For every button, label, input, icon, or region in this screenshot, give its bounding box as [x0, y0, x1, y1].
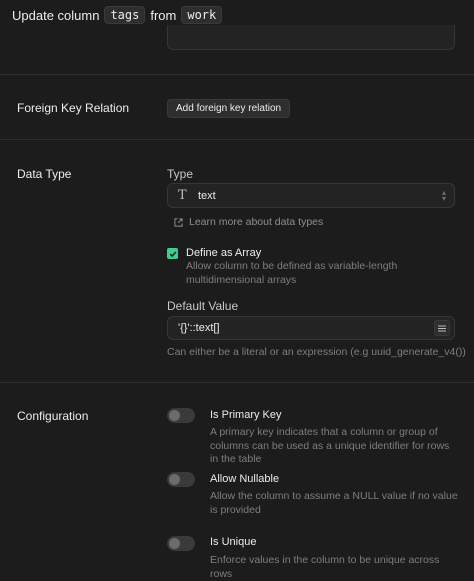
- chevron-updown-icon: ▴ ▾: [441, 188, 446, 203]
- description-input[interactable]: [167, 25, 455, 50]
- type-field-label: Type: [167, 167, 194, 181]
- table-name-chip: work: [181, 6, 223, 24]
- header-prefix: Update column: [12, 7, 100, 23]
- default-value-text: '{}'::text[]: [178, 322, 220, 334]
- learn-more-text: Learn more about data types: [189, 216, 324, 228]
- type-select-value: text: [198, 189, 216, 202]
- define-array-description: Allow column to be defined as variable-l…: [186, 260, 398, 286]
- section-divider: [0, 382, 474, 383]
- foreign-key-label: Foreign Key Relation: [17, 101, 130, 115]
- check-icon: [169, 250, 176, 257]
- nullable-title: Allow Nullable: [210, 473, 280, 485]
- primary-key-description: A primary key indicates that a column or…: [210, 426, 450, 465]
- unique-title: Is Unique: [210, 536, 257, 548]
- list-menu-icon: [438, 325, 446, 331]
- header-middle: from: [150, 7, 177, 23]
- default-value-label: Default Value: [167, 299, 239, 313]
- section-divider: [0, 139, 474, 140]
- toggle-knob: [169, 474, 180, 485]
- default-value-hint: Can either be a literal or an expression…: [167, 346, 466, 358]
- default-value-menu-button[interactable]: [434, 320, 450, 336]
- learn-more-link[interactable]: Learn more about data types: [174, 216, 323, 228]
- external-link-icon: [174, 217, 183, 227]
- column-name-chip: tags: [104, 6, 146, 24]
- text-type-icon: T: [178, 188, 187, 203]
- nullable-description: Allow the column to assume a NULL value …: [210, 490, 458, 516]
- add-foreign-key-button[interactable]: Add foreign key relation: [167, 99, 291, 118]
- primary-key-toggle[interactable]: [167, 408, 195, 423]
- unique-description: Enforce values in the column to be uniqu…: [210, 554, 440, 580]
- define-array-title: Define as Array: [186, 247, 262, 259]
- toggle-knob: [169, 410, 180, 421]
- default-value-input[interactable]: '{}'::text[]: [167, 316, 455, 340]
- type-select[interactable]: T text ▴ ▾: [167, 183, 455, 208]
- configuration-label: Configuration: [17, 409, 89, 423]
- unique-toggle[interactable]: [167, 536, 195, 551]
- data-type-label: Data Type: [17, 167, 72, 181]
- primary-key-title: Is Primary Key: [210, 409, 282, 421]
- define-array-checkbox[interactable]: [167, 248, 178, 259]
- section-divider: [0, 74, 474, 75]
- toggle-knob: [169, 538, 180, 549]
- nullable-toggle[interactable]: [167, 472, 195, 487]
